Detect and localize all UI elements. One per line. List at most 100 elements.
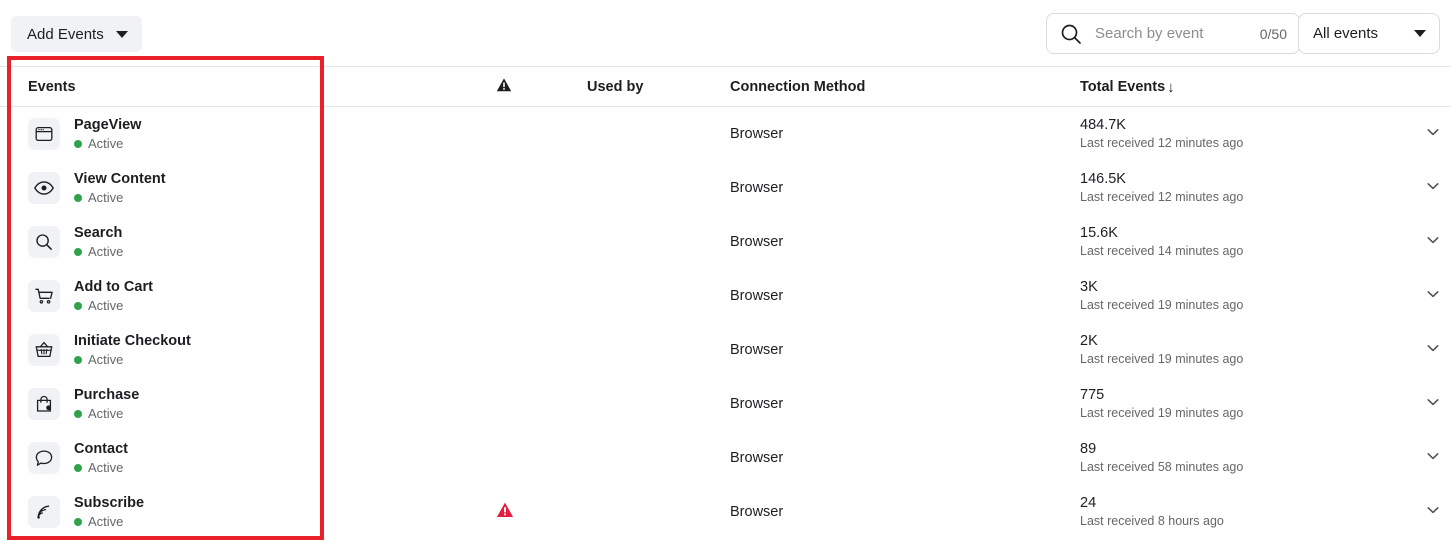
status-dot-icon: [74, 355, 82, 364]
event-name-cell[interactable]: Add to Cart Active: [28, 269, 153, 323]
add-events-button[interactable]: Add Events: [11, 16, 142, 52]
event-name-cell[interactable]: Purchase Active: [28, 377, 139, 431]
total-events-value: 15.6K: [1080, 224, 1118, 241]
last-received-label: Last received 14 minutes ago: [1080, 244, 1244, 259]
status-label: Active: [88, 135, 124, 151]
total-events-cell: 15.6K Last received 14 minutes ago: [1080, 215, 1243, 269]
last-received-label: Last received 8 hours ago: [1080, 514, 1224, 529]
status-label: Active: [88, 189, 124, 205]
eye-icon: [28, 172, 60, 204]
status-label: Active: [88, 405, 124, 421]
column-header-used-by: Used by: [587, 79, 644, 95]
status-badge: Active: [74, 136, 141, 152]
search-input[interactable]: [1093, 24, 1254, 43]
status-dot-icon: [74, 193, 82, 202]
event-name-cell[interactable]: View Content Active: [28, 161, 166, 215]
table-row[interactable]: Add to Cart Active Browser 3K Last received …: [0, 269, 1451, 323]
expand-row-button[interactable]: [1418, 161, 1448, 215]
total-events-value: 24: [1080, 494, 1097, 511]
table-row[interactable]: PageView Active Browser 484.7K Last received…: [0, 107, 1451, 161]
expand-row-button[interactable]: [1418, 323, 1448, 377]
connection-method-cell: Browser: [730, 288, 784, 304]
total-events-cell: 146.5K Last received 12 minutes ago: [1080, 161, 1243, 215]
expand-row-button[interactable]: [1418, 431, 1448, 485]
rss-feed-icon: [28, 496, 60, 528]
event-name-cell[interactable]: Search Active: [28, 215, 123, 269]
magnifier-icon: [28, 226, 60, 258]
event-name-label: Add to Cart: [74, 278, 153, 295]
table-row[interactable]: Purchase Active Browser 775 Last received 19…: [0, 377, 1451, 431]
alert-cell[interactable]: [496, 485, 514, 539]
warning-triangle-icon: [496, 77, 512, 97]
status-label: Active: [88, 513, 124, 529]
total-events-value: 2K: [1080, 332, 1098, 349]
table-row[interactable]: Initiate Checkout Active Browser 2K Last rec…: [0, 323, 1451, 377]
total-events-cell: 2K Last received 19 minutes ago: [1080, 323, 1243, 377]
status-badge: Active: [74, 190, 166, 206]
status-label: Active: [88, 351, 124, 367]
status-label: Active: [88, 243, 124, 259]
events-filter-label: All events: [1313, 25, 1379, 42]
last-received-label: Last received 19 minutes ago: [1080, 298, 1244, 313]
chevron-down-icon: [1424, 393, 1442, 416]
column-header-events: Events: [28, 79, 76, 95]
total-events-value: 484.7K: [1080, 116, 1126, 133]
event-name-cell[interactable]: PageView Active: [28, 107, 141, 161]
warning-triangle-icon[interactable]: [496, 501, 514, 524]
expand-row-button[interactable]: [1418, 485, 1448, 539]
chevron-down-icon: [1424, 339, 1442, 362]
last-received-label: Last received 12 minutes ago: [1080, 190, 1244, 205]
status-dot-icon: [74, 463, 82, 472]
table-row[interactable]: View Content Active Browser 146.5K Last rece…: [0, 161, 1451, 215]
status-label: Active: [88, 297, 124, 313]
status-badge: Active: [74, 406, 139, 422]
connection-method-cell: Browser: [730, 450, 784, 466]
last-received-label: Last received 12 minutes ago: [1080, 136, 1244, 151]
total-events-cell: 24 Last received 8 hours ago: [1080, 485, 1224, 539]
status-badge: Active: [74, 514, 144, 530]
shopping-basket-icon: [28, 334, 60, 366]
total-events-cell: 3K Last received 19 minutes ago: [1080, 269, 1243, 323]
toolbar: Add Events 0/50 All events: [0, 0, 1451, 67]
status-badge: Active: [74, 352, 191, 368]
connection-method-cell: Browser: [730, 504, 784, 520]
total-events-value: 775: [1080, 386, 1105, 403]
expand-row-button[interactable]: [1418, 107, 1448, 161]
browser-window-icon: [28, 118, 60, 150]
speech-bubble-icon: [28, 442, 60, 474]
total-events-value: 146.5K: [1080, 170, 1126, 187]
event-name-cell[interactable]: Contact Active: [28, 431, 128, 485]
expand-row-button[interactable]: [1418, 215, 1448, 269]
search-character-counter: 0/50: [1259, 25, 1287, 42]
events-filter-dropdown[interactable]: All events: [1298, 13, 1440, 54]
total-events-cell: 484.7K Last received 12 minutes ago: [1080, 107, 1243, 161]
connection-method-cell: Browser: [730, 342, 784, 358]
status-label: Active: [88, 459, 124, 475]
chevron-down-icon: [1424, 501, 1442, 524]
event-name-label: Contact: [74, 440, 128, 457]
status-badge: Active: [74, 244, 123, 260]
chevron-down-icon: [1424, 447, 1442, 470]
events-table: Events Used by Connection Method Total E…: [0, 67, 1451, 539]
event-name-label: PageView: [74, 116, 142, 133]
chevron-down-icon: [1424, 231, 1442, 254]
last-received-label: Last received 19 minutes ago: [1080, 352, 1244, 367]
event-name-cell[interactable]: Initiate Checkout Active: [28, 323, 191, 377]
column-header-total-events[interactable]: Total Events ↓: [1080, 67, 1175, 107]
last-received-label: Last received 19 minutes ago: [1080, 406, 1244, 421]
table-row[interactable]: Contact Active Browser 89 Last received 58 m…: [0, 431, 1451, 485]
last-received-label: Last received 58 minutes ago: [1080, 460, 1244, 475]
search-field[interactable]: 0/50: [1046, 13, 1300, 54]
event-name-cell[interactable]: Subscribe Active: [28, 485, 144, 539]
total-events-value: 3K: [1080, 278, 1098, 295]
expand-row-button[interactable]: [1418, 269, 1448, 323]
total-events-cell: 775 Last received 19 minutes ago: [1080, 377, 1243, 431]
status-dot-icon: [74, 517, 82, 526]
connection-method-cell: Browser: [730, 396, 784, 412]
event-name-label: Initiate Checkout: [74, 332, 191, 349]
table-row[interactable]: Search Active Browser 15.6K Last received 14…: [0, 215, 1451, 269]
table-row[interactable]: Subscribe Active Browser 24 Last received 8 …: [0, 485, 1451, 539]
connection-method-cell: Browser: [730, 126, 784, 142]
column-header-connection-method: Connection Method: [730, 79, 866, 95]
expand-row-button[interactable]: [1418, 377, 1448, 431]
